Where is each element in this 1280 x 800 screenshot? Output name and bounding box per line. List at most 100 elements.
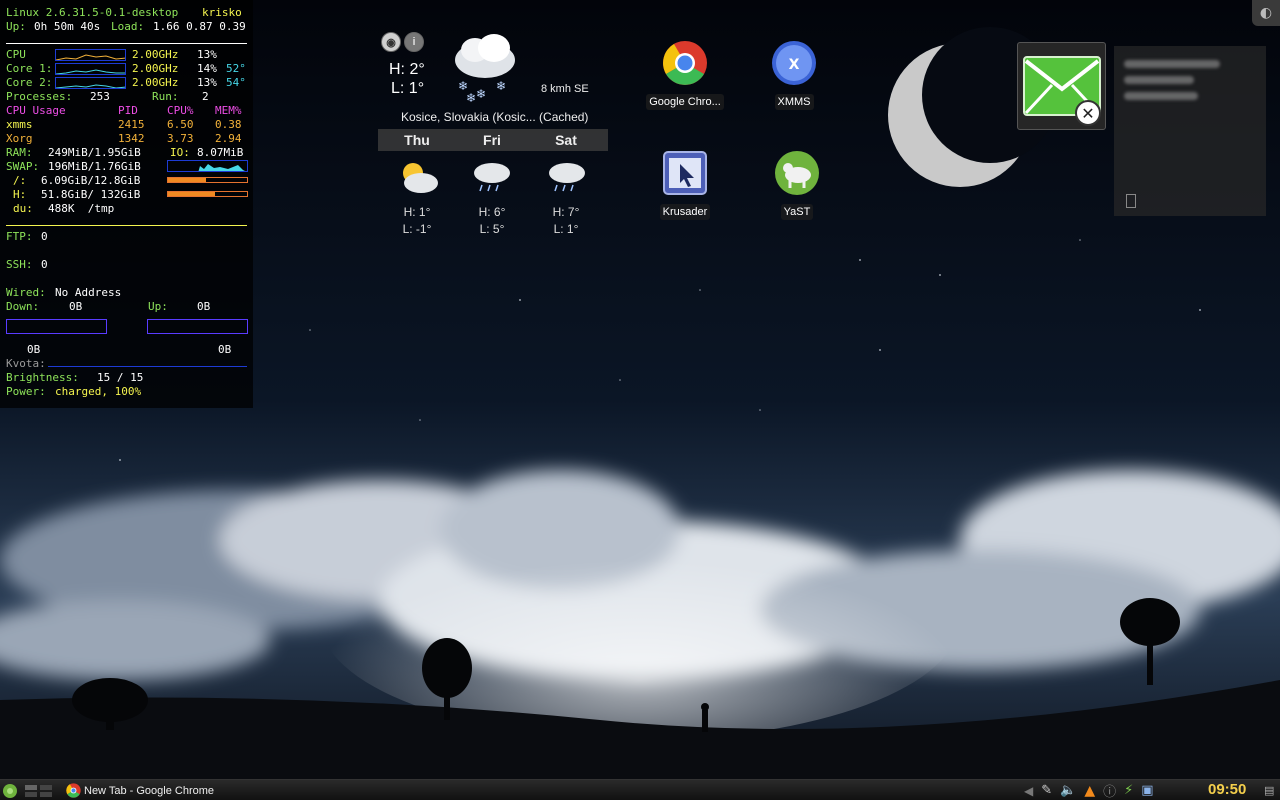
pager[interactable] bbox=[24, 782, 54, 799]
ram-value: 249MiB/1.95GiB bbox=[48, 146, 141, 159]
current-low: L: 1° bbox=[391, 80, 425, 97]
vlc-icon[interactable]: ▲ bbox=[1084, 783, 1095, 799]
cpu-pct: 13% bbox=[197, 48, 217, 61]
root-value: 6.09GiB/12.8GiB bbox=[41, 174, 141, 187]
proc-mem: 0.38 bbox=[215, 118, 242, 131]
notifications-icon[interactable]: ⓘ bbox=[1103, 781, 1116, 800]
task-title: New Tab - Google Chrome bbox=[84, 784, 215, 797]
close-icon[interactable]: ✕ bbox=[1075, 100, 1101, 126]
up-total: 0B bbox=[218, 343, 232, 356]
desktop-toolbox-button[interactable]: ◐ bbox=[1252, 0, 1280, 26]
wired-value: No Address bbox=[55, 286, 122, 299]
kvota-label: Kvota: bbox=[6, 357, 46, 370]
panel-toolbox[interactable]: ▤ bbox=[1264, 782, 1274, 799]
du-value: 488K /tmp bbox=[48, 202, 115, 215]
volume-icon[interactable]: 🔈 bbox=[1060, 783, 1076, 798]
down-label: Down: bbox=[6, 300, 40, 313]
home-label: H: bbox=[13, 188, 27, 201]
weather-info-button[interactable]: i bbox=[404, 32, 424, 52]
partly-cloudy-icon bbox=[403, 163, 438, 193]
run-label: Run: bbox=[152, 90, 179, 103]
core1-label: Core 1: bbox=[6, 62, 53, 75]
cpu-label: CPU bbox=[6, 48, 26, 61]
mempct-header: MEM% bbox=[215, 104, 242, 117]
proc-mem: 2.94 bbox=[215, 132, 242, 145]
kernel-version: Linux 2.6.31.5-0.1-desktop bbox=[6, 6, 179, 19]
weather-settings-button[interactable]: ◉ bbox=[381, 32, 401, 52]
download-graph bbox=[6, 319, 107, 334]
mail-widget[interactable]: ✕ bbox=[1017, 42, 1106, 130]
forecast-low: L: 5° bbox=[479, 222, 505, 236]
note-text bbox=[1124, 60, 1220, 68]
cpu-graph bbox=[55, 49, 126, 61]
upload-graph bbox=[147, 319, 248, 334]
du-label: du: bbox=[13, 202, 33, 215]
forecast-day: Thu bbox=[404, 132, 430, 148]
system-tray: ◀ ✎ 🔈 ▲ ⓘ ⚡ ▣ bbox=[1024, 781, 1154, 800]
opensuse-menu-icon bbox=[3, 783, 17, 798]
network-icon[interactable]: ▣ bbox=[1141, 783, 1153, 798]
core2-label: Core 2: bbox=[6, 76, 53, 89]
proc-name: xmms bbox=[6, 118, 33, 131]
processes-value: 253 bbox=[90, 90, 110, 103]
desktop-icon-xmms[interactable]: X XMMS bbox=[754, 40, 834, 114]
ssh-label: SSH: bbox=[6, 258, 33, 271]
conky-monitor: Linux 2.6.31.5-0.1-desktop krisko Up: 0h… bbox=[0, 0, 253, 408]
core1-temp: 52° bbox=[226, 62, 246, 75]
proc-name: Xorg bbox=[6, 132, 33, 145]
note-widget[interactable] bbox=[1114, 46, 1266, 216]
klipper-icon[interactable]: ✎ bbox=[1041, 783, 1052, 798]
panel-toolbox-icon: ▤ bbox=[1264, 784, 1275, 797]
divider bbox=[6, 43, 247, 44]
forecast-high: H: 7° bbox=[552, 205, 580, 219]
uptime-value: 0h 50m 40s bbox=[34, 20, 101, 33]
task-chrome[interactable]: New Tab - Google Chrome bbox=[66, 782, 214, 799]
weather-widget: ◉ i H: 2° L: 1° ❄ ❄ ❄ ❄ 8 kmh SE Kosice, Sl… bbox=[378, 28, 608, 243]
note-text bbox=[1124, 92, 1198, 100]
clock[interactable]: 09:50 bbox=[1208, 781, 1246, 798]
core2-freq: 2.00GHz bbox=[132, 76, 179, 89]
core2-temp: 54° bbox=[226, 76, 246, 89]
run-value: 2 bbox=[202, 90, 209, 103]
desktop-icon-krusader[interactable]: Krusader bbox=[645, 150, 725, 224]
home-usage-bar bbox=[167, 191, 248, 197]
core1-freq: 2.00GHz bbox=[132, 62, 179, 75]
kickoff-launcher[interactable] bbox=[2, 782, 18, 799]
desktop-icon-yast[interactable]: YaST bbox=[757, 150, 837, 224]
taskbar: New Tab - Google Chrome ◀ ✎ 🔈 ▲ ⓘ ⚡ ▣ 09… bbox=[0, 779, 1280, 800]
battery-icon[interactable]: ⚡ bbox=[1124, 783, 1133, 798]
pid-header: PID bbox=[118, 104, 138, 117]
forecast-high: H: 1° bbox=[403, 205, 431, 219]
proc-pid: 2415 bbox=[118, 118, 145, 131]
cpupct-header: CPU% bbox=[167, 104, 194, 117]
tray-arrow-icon[interactable]: ◀ bbox=[1024, 784, 1033, 798]
krusader-icon bbox=[663, 151, 707, 195]
desktop-icon-label: Google Chro... bbox=[646, 94, 724, 110]
info-icon: i bbox=[412, 36, 416, 48]
desktop-icon-label: Krusader bbox=[659, 204, 711, 220]
svg-text:❄: ❄ bbox=[466, 91, 476, 104]
core1-pct: 14% bbox=[197, 62, 217, 75]
xmms-icon: X bbox=[772, 41, 816, 85]
desktop-icon-chrome[interactable]: Google Chro... bbox=[645, 40, 725, 114]
pager-icon bbox=[25, 784, 52, 797]
root-label: /: bbox=[13, 174, 27, 187]
wired-label: Wired: bbox=[6, 286, 46, 299]
brightness-value: 15 / 15 bbox=[97, 371, 144, 384]
root-usage-bar bbox=[167, 177, 248, 183]
ftp-value: 0 bbox=[41, 230, 48, 243]
svg-text:X: X bbox=[789, 57, 800, 73]
ram-label: RAM: bbox=[6, 146, 33, 159]
proc-cpu: 6.50 bbox=[167, 118, 194, 131]
snow-cloud-icon: ❄❄❄❄ bbox=[455, 34, 515, 104]
cpu-freq: 2.00GHz bbox=[132, 48, 179, 61]
swap-label: SWAP: bbox=[6, 160, 40, 173]
forecast-low: L: 1° bbox=[553, 222, 579, 236]
note-handle-icon[interactable] bbox=[1126, 194, 1136, 208]
wind: 8 kmh SE bbox=[541, 83, 589, 95]
svg-text:❄: ❄ bbox=[476, 87, 486, 101]
yast-icon bbox=[775, 151, 819, 195]
load-label: Load: bbox=[111, 20, 145, 33]
brightness-label: Brightness: bbox=[6, 371, 79, 384]
forecast-day: Sat bbox=[555, 132, 577, 148]
